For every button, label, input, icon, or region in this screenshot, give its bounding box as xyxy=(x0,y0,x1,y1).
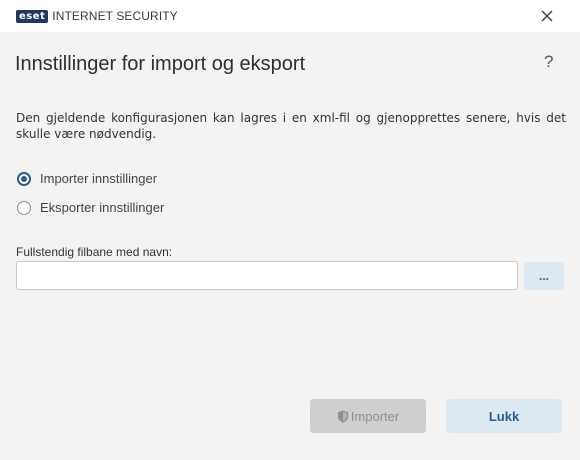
window-close-button[interactable] xyxy=(536,6,558,26)
product-name: INTERNET SECURITY xyxy=(52,9,178,23)
import-radio-label: Importer innstillinger xyxy=(40,171,158,186)
import-radio[interactable] xyxy=(17,171,31,186)
export-radio-label: Eksporter innstillinger xyxy=(40,200,165,215)
brand: eset INTERNET SECURITY xyxy=(16,9,178,23)
import-button[interactable]: Importer xyxy=(310,399,426,433)
close-icon xyxy=(541,10,553,22)
browse-button[interactable]: ... xyxy=(524,262,564,290)
file-path-input[interactable] xyxy=(16,261,518,290)
export-radio[interactable] xyxy=(17,200,31,215)
close-button[interactable]: Lukk xyxy=(446,399,562,433)
file-path-label: Fullstendig filbane med navn: xyxy=(16,245,173,259)
title-bar: eset INTERNET SECURITY xyxy=(0,0,580,32)
eset-logo: eset xyxy=(16,9,49,23)
shield-icon xyxy=(337,409,348,423)
page-title: Innstillinger for import og eksport xyxy=(15,53,306,75)
export-settings-option[interactable]: Eksporter innstillinger xyxy=(17,200,164,215)
help-icon[interactable]: ? xyxy=(544,52,553,72)
import-settings-option[interactable]: Importer innstillinger xyxy=(17,171,157,186)
import-button-label: Importer xyxy=(350,408,400,424)
description-text: Den gjeldende konfigurasjonen kan lagres… xyxy=(16,111,566,141)
